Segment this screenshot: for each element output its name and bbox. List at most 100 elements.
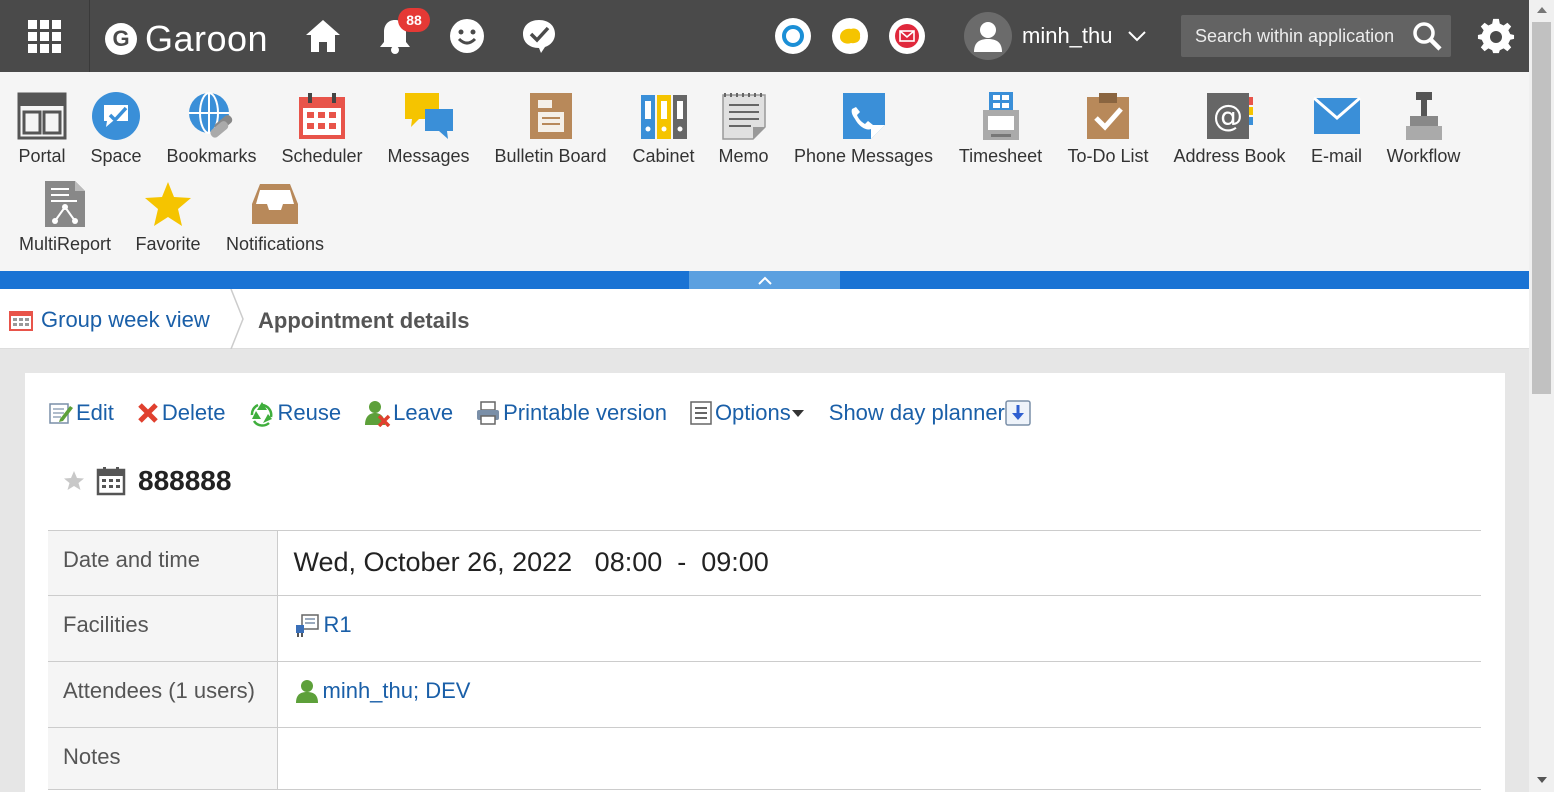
reuse-label: Reuse [277,400,342,425]
multireport-icon [39,178,91,230]
portal-icon [16,90,68,142]
leave-button[interactable]: Leave [363,399,453,427]
scroll-down-arrow[interactable] [1529,768,1554,792]
star-outline-icon[interactable] [62,469,86,493]
app-label: Cabinet [632,146,695,166]
caret-down-icon [791,410,804,417]
app-menu-button[interactable] [0,0,90,72]
attendees-label: Attendees (1 users) [48,661,278,728]
address-book-icon: @ [1204,90,1256,142]
notes-label: Notes [48,727,278,790]
app-label: Memo [718,146,769,166]
date-time-value: Wed, October 26, 2022 08:00 - 09:00 [293,547,769,577]
collapse-app-menu-button[interactable] [689,271,840,289]
app-label: Timesheet [958,146,1043,166]
show-day-planner-button[interactable]: Show day planner [829,400,1033,426]
app-phone-messages[interactable]: Phone Messages [793,72,934,167]
breadcrumb-group-week-view[interactable]: Group week view [8,307,210,333]
app-timesheet[interactable]: Timesheet [958,72,1043,167]
expand-down-icon [1005,400,1031,426]
search-icon[interactable] [1411,20,1443,52]
options-dropdown[interactable]: Options [689,400,807,426]
space-icon [90,90,142,142]
printer-icon [477,401,500,425]
app-bookmarks[interactable]: Bookmarks [166,72,257,167]
breadcrumb: Group week view Appointment details [0,289,1529,349]
reuse-button[interactable]: Reuse [248,399,342,427]
edit-button[interactable]: Edit [48,400,114,426]
app-bulletin-board[interactable]: Bulletin Board [494,72,607,167]
facility-link[interactable]: R1 [294,612,1466,638]
app-scheduler[interactable]: Scheduler [281,72,363,167]
vertical-scrollbar[interactable] [1529,0,1554,792]
delete-button[interactable]: Delete [136,400,226,426]
user-icon [295,680,318,703]
app-email[interactable]: E-mail [1310,72,1363,167]
ring-app-icon[interactable] [775,18,811,54]
scrollbar-thumb[interactable] [1532,22,1551,394]
app-todo-list[interactable]: To-Do List [1067,72,1149,167]
calendar-icon [9,311,33,331]
app-workflow[interactable]: Workflow [1386,72,1461,167]
date-time-label: Date and time [48,530,278,596]
app-label: Favorite [135,234,201,254]
search-input[interactable] [1181,25,1403,47]
gear-icon[interactable] [1474,14,1518,58]
table-row-notes: Notes [48,727,1481,790]
chevron-up-icon [757,276,772,285]
notification-count-badge: 88 [398,8,430,32]
app-portal[interactable]: Portal [17,72,67,167]
notes-value [277,727,1481,790]
facilities-label: Facilities [48,595,278,662]
breadcrumb-parent-label: Group week view [41,307,210,332]
inbox-icon [249,178,301,230]
yellow-app-icon[interactable] [832,18,868,54]
star-icon [142,178,194,230]
delete-label: Delete [161,400,226,425]
mail-app-icon[interactable] [889,18,925,54]
appointment-details-table: Date and time Wed, October 26, 2022 08:0… [48,530,1481,790]
app-space[interactable]: Space [90,72,142,167]
logo-mark: G [105,23,137,55]
delete-icon [138,403,158,423]
home-icon[interactable] [301,14,345,58]
app-favorite[interactable]: Favorite [135,160,201,255]
breadcrumb-separator [230,289,244,349]
list-icon [690,401,712,425]
attendee-name: minh_thu; DEV [322,678,471,703]
table-row-attendees: Attendees (1 users) minh_thu; DEV [48,661,1481,728]
app-label: MultiReport [18,234,112,254]
chat-check-icon[interactable] [517,14,561,58]
action-toolbar: Edit Delete Reuse Leave Printable versio… [48,398,1055,428]
table-row-facilities: Facilities R1 [48,595,1481,662]
smiley-icon[interactable] [445,14,489,58]
recycle-icon [250,402,272,427]
workflow-icon [1398,90,1450,142]
app-address-book[interactable]: @ Address Book [1173,72,1286,167]
app-memo[interactable]: Memo [718,72,769,167]
leave-label: Leave [393,400,454,425]
cabinet-icon [638,90,690,142]
printable-label: Printable version [503,400,667,425]
garoon-logo[interactable]: G Garoon [105,18,268,60]
bulletin-board-icon [525,90,577,142]
calendar-grid-icon [96,467,126,496]
app-messages[interactable]: Messages [387,72,470,167]
svg-text:@: @ [1213,99,1243,134]
app-label: Notifications [225,234,325,254]
app-label: Phone Messages [793,146,934,166]
attendee-link[interactable]: minh_thu; DEV [294,678,1466,704]
app-notifications[interactable]: Notifications [225,160,325,255]
user-menu[interactable]: minh_thu [964,12,1147,60]
leave-user-icon [365,401,391,427]
appointment-title-row: 888888 [62,465,231,497]
messages-icon [403,90,455,142]
chevron-down-icon [1127,31,1146,42]
email-icon [1311,90,1363,142]
printable-version-button[interactable]: Printable version [475,400,667,426]
scroll-up-arrow[interactable] [1529,0,1554,20]
app-multireport[interactable]: MultiReport [18,160,112,255]
app-label: To-Do List [1067,146,1149,166]
app-cabinet[interactable]: Cabinet [632,72,695,167]
app-label: Messages [387,146,470,166]
